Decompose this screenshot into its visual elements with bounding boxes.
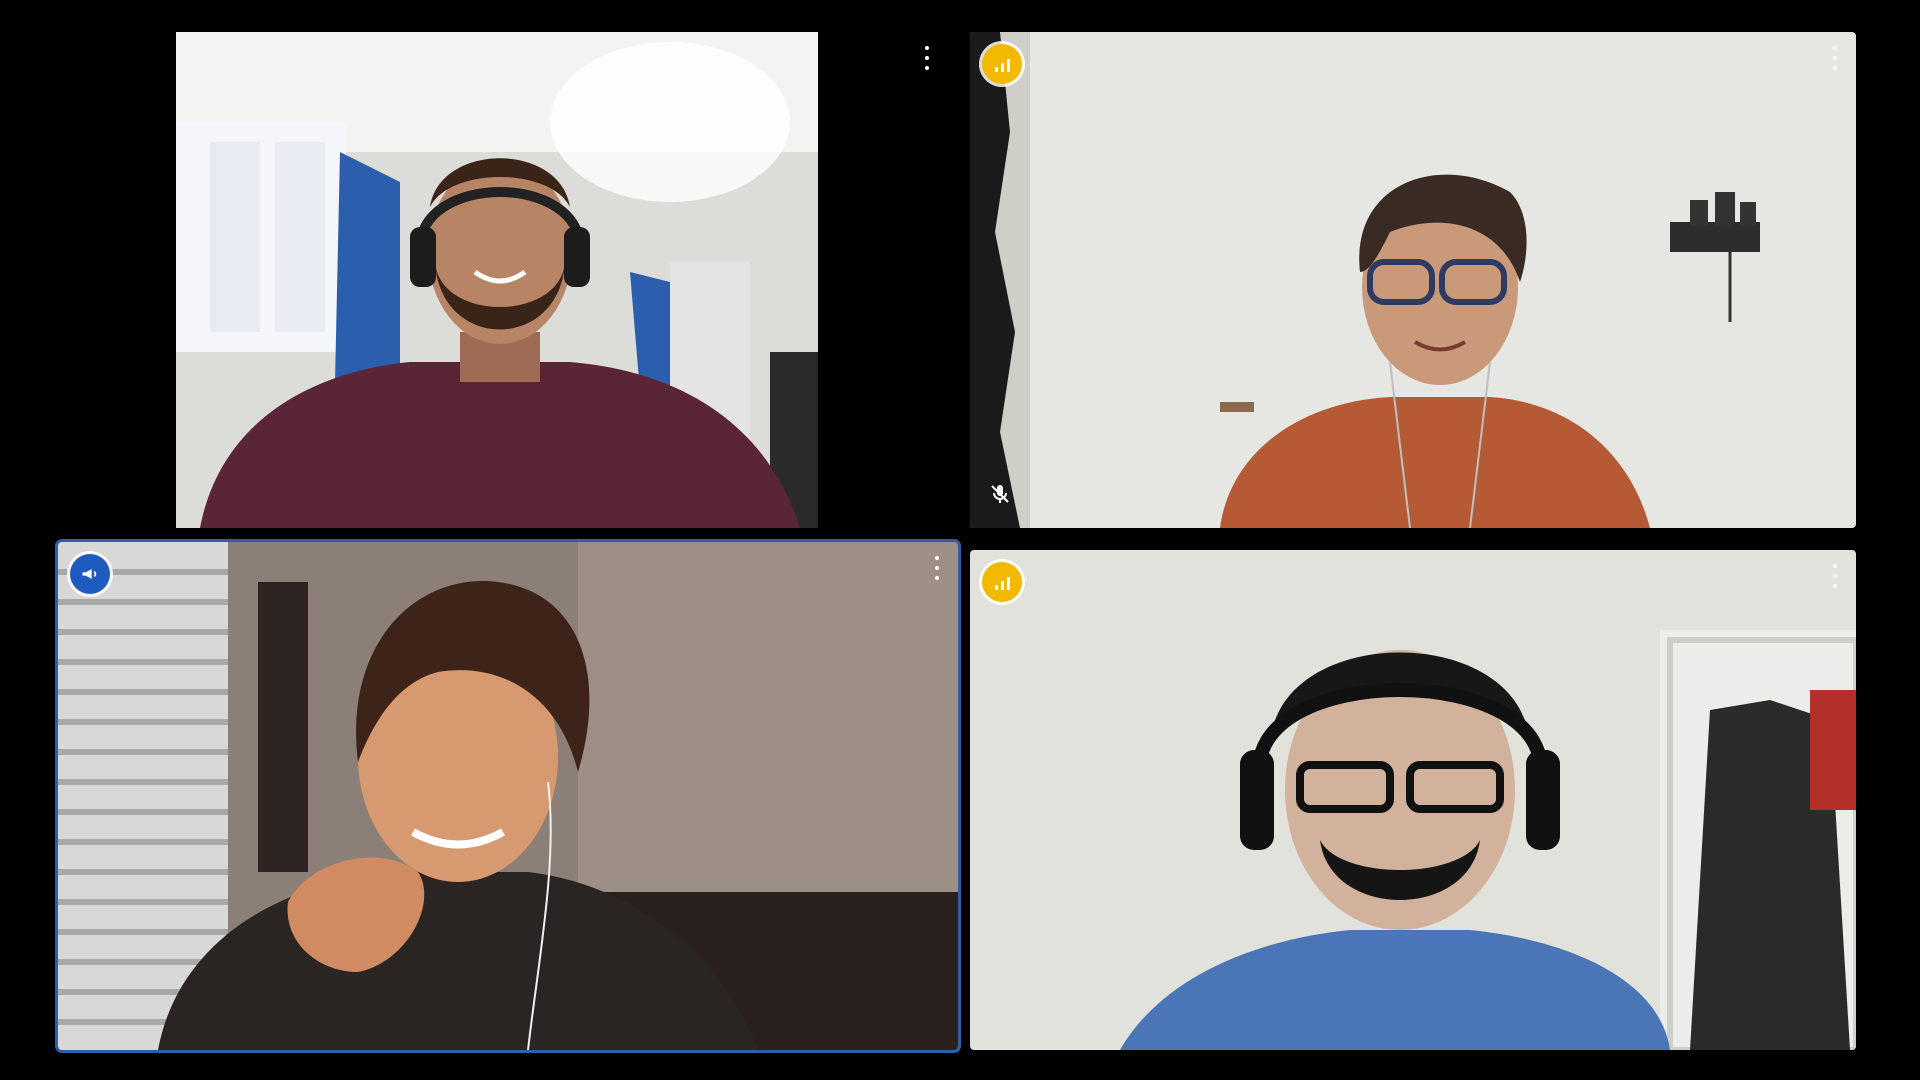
- more-options-icon[interactable]: [930, 556, 944, 580]
- participant-video-1: [70, 32, 948, 528]
- participant-video-4: [970, 550, 1856, 1050]
- audio-level-icon: [982, 44, 1022, 84]
- participant-tile-3-active[interactable]: [55, 539, 961, 1053]
- audio-level-icon: [982, 562, 1022, 602]
- participant-video-2: [970, 32, 1856, 528]
- participant-tile-1[interactable]: [70, 32, 948, 528]
- more-options-icon[interactable]: [1828, 564, 1842, 588]
- more-options-icon[interactable]: [1828, 46, 1842, 70]
- megaphone-icon: [70, 554, 110, 594]
- participant-tile-4[interactable]: [970, 550, 1856, 1050]
- video-call-grid: [0, 0, 1920, 1080]
- more-options-icon[interactable]: [920, 46, 934, 70]
- participant-video-3: [58, 542, 958, 1050]
- muted-microphone-icon: [991, 485, 1009, 503]
- participant-tile-2[interactable]: [970, 32, 1856, 528]
